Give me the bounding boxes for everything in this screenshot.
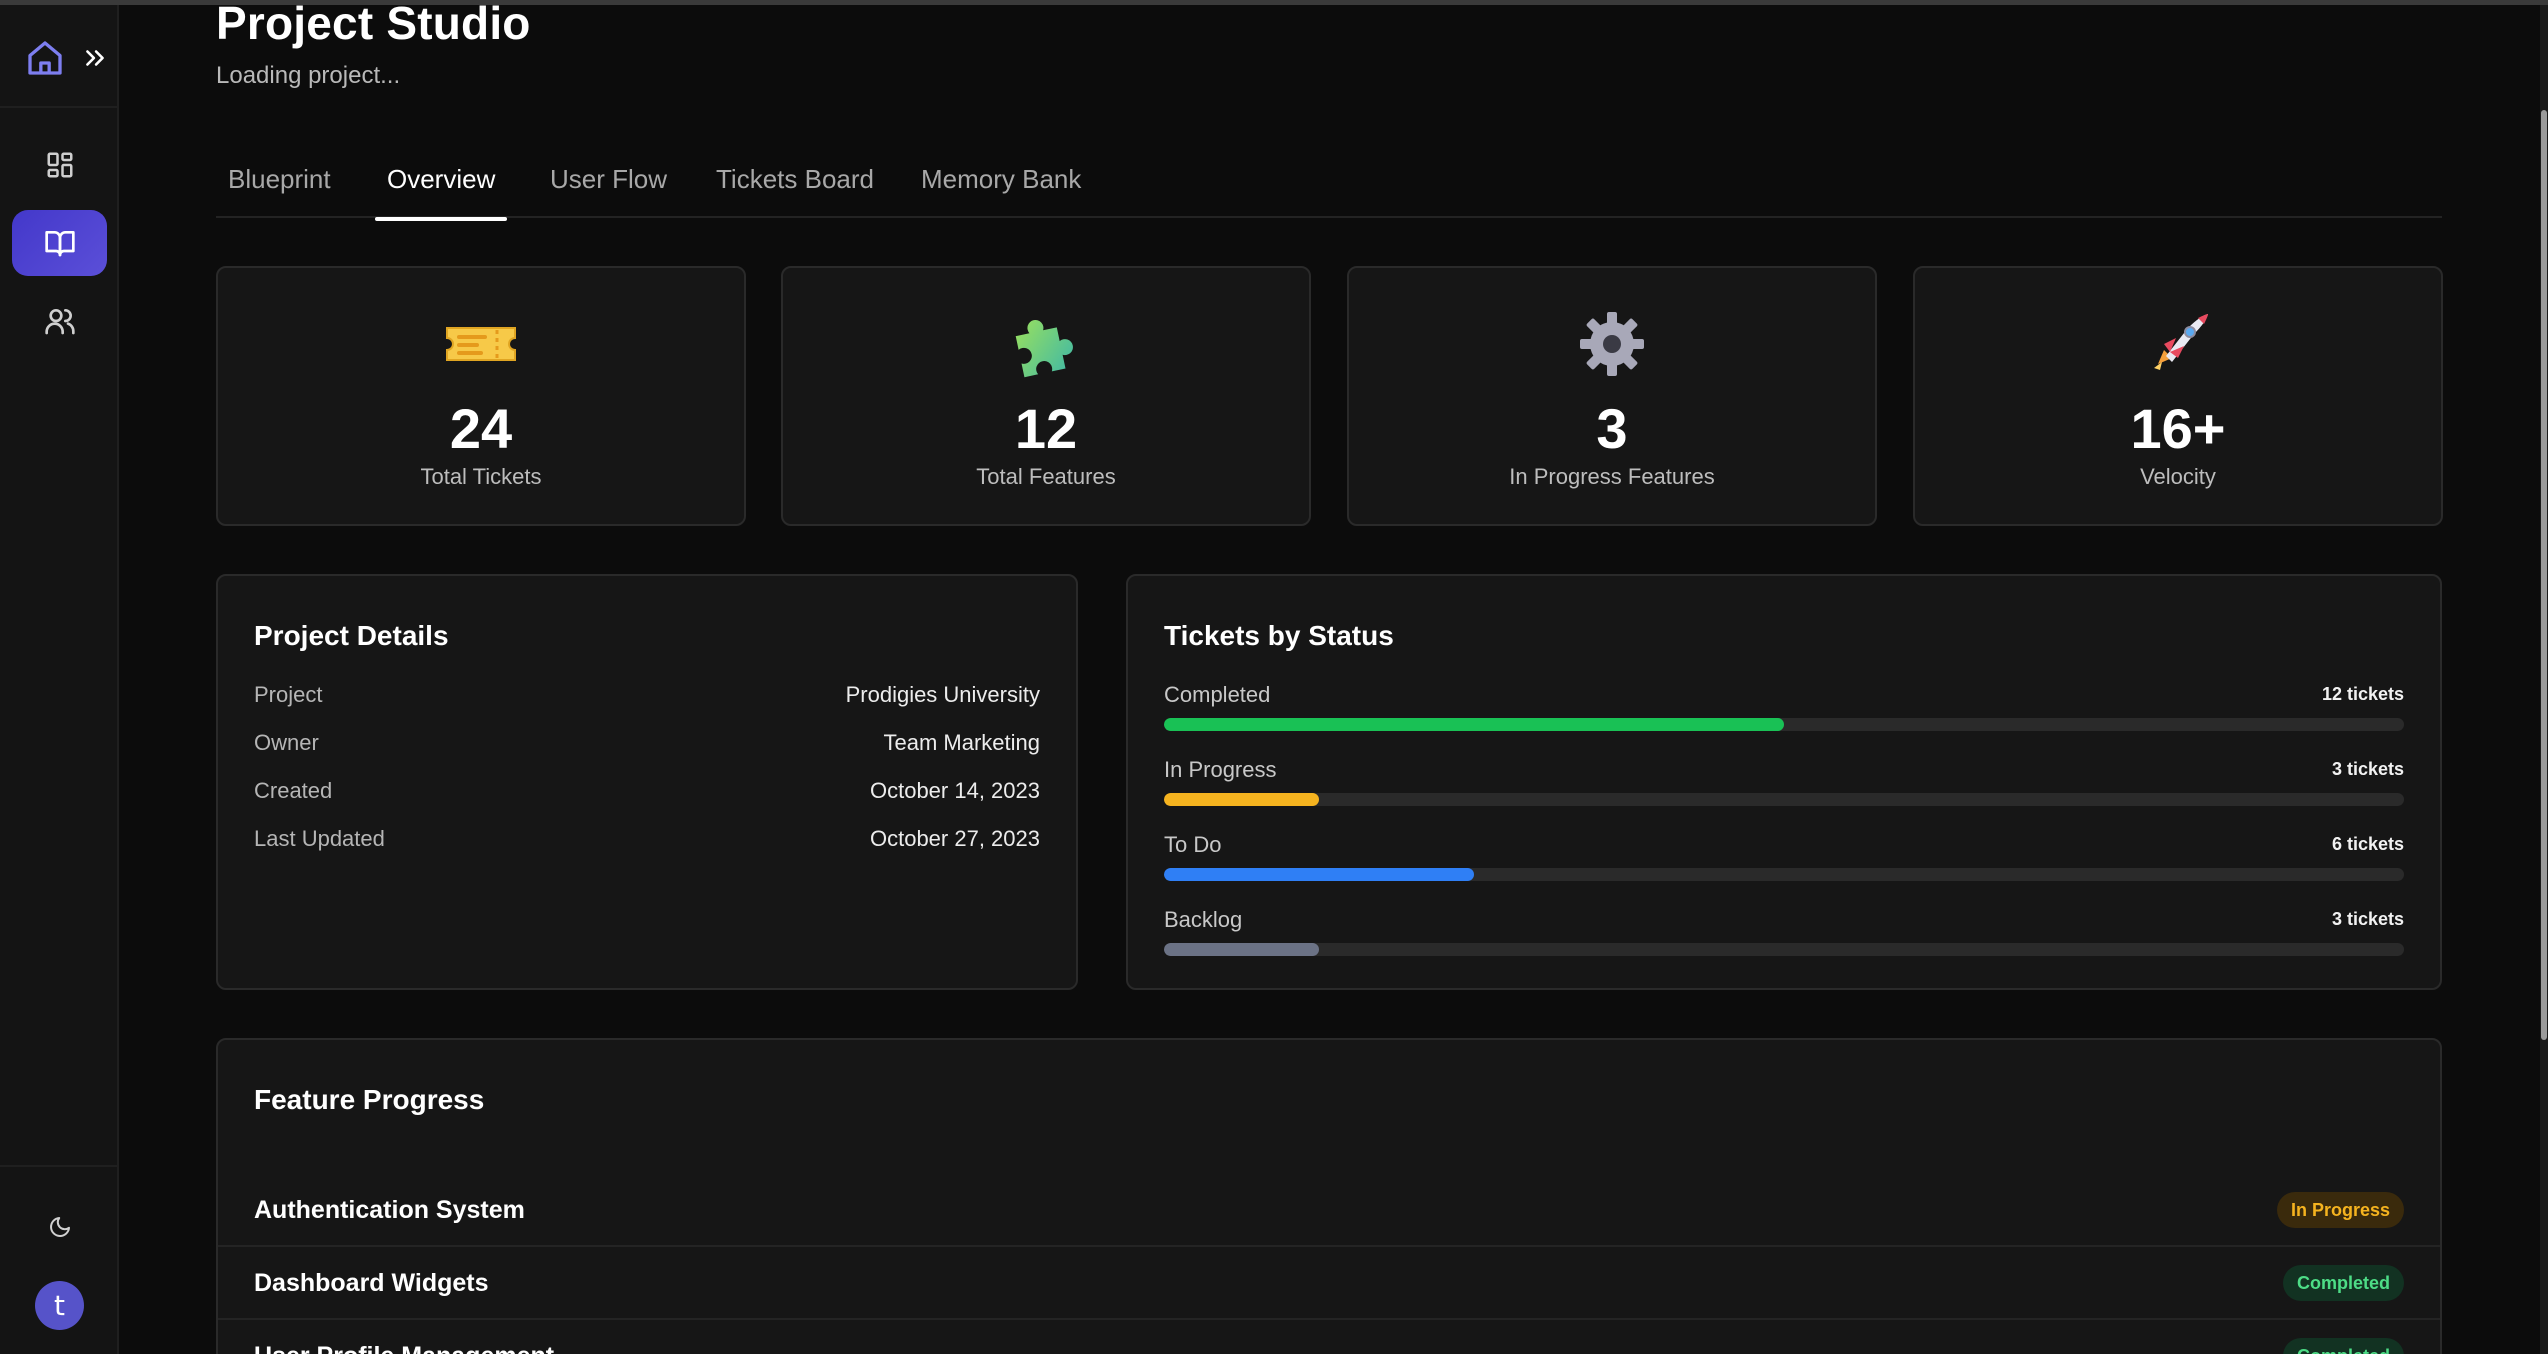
stat-value: 24 — [449, 397, 513, 460]
tab-blueprint[interactable]: Blueprint — [228, 164, 331, 218]
detail-row-created: Created October 14, 2023 — [254, 778, 1040, 810]
tab-bar: Blueprint Overview User Flow Tickets Boa… — [216, 148, 2442, 221]
dashboard-grid-icon — [47, 152, 72, 178]
expand-sidebar-button[interactable] — [80, 43, 110, 73]
status-progress-track — [1164, 793, 2404, 806]
status-row-completed: Completed 12 tickets — [1164, 682, 2404, 742]
tab-overview[interactable]: Overview — [374, 164, 508, 221]
users-icon — [44, 309, 75, 335]
stat-card-in-progress-features: 3 In Progress Features — [1347, 266, 1877, 526]
detail-row-project: Project Prodigies University — [254, 682, 1040, 714]
status-label: To Do — [1164, 832, 1222, 857]
scrollbar-thumb[interactable] — [2541, 110, 2547, 1040]
detail-row-last-updated: Last Updated October 27, 2023 — [254, 826, 1040, 858]
stat-card-velocity: 16+ Velocity — [1913, 266, 2443, 526]
feature-progress-panel: Feature Progress Authentication System I… — [216, 1038, 2442, 1354]
status-progress-track — [1164, 943, 2404, 956]
stat-label: Velocity — [2140, 464, 2216, 489]
gear-icon — [1580, 312, 1644, 376]
chevrons-right-icon — [86, 50, 104, 66]
detail-value: Prodigies University — [845, 682, 1040, 707]
feature-name: Authentication System — [254, 1196, 525, 1224]
stat-value: 3 — [1596, 397, 1628, 460]
status-badge: In Progress — [2276, 1192, 2404, 1228]
sidebar-item-team[interactable] — [12, 288, 107, 354]
page-subtitle: Loading project... — [216, 62, 401, 89]
sidebar-item-docs[interactable] — [12, 210, 107, 276]
status-progress-track — [1164, 718, 2404, 731]
stat-value: 12 — [1014, 397, 1078, 460]
detail-value: October 14, 2023 — [869, 778, 1040, 803]
status-row-to-do: To Do 6 tickets — [1164, 832, 2404, 892]
detail-value: October 27, 2023 — [869, 826, 1040, 851]
stat-label: Total Tickets — [420, 464, 542, 489]
detail-key: Last Updated — [254, 826, 385, 851]
feature-row[interactable]: User Profile Management Completed — [218, 1320, 2440, 1354]
status-badge: Completed — [2282, 1265, 2404, 1301]
stat-label: In Progress Features — [1509, 464, 1715, 489]
tab-memory-bank[interactable]: Memory Bank — [921, 164, 1081, 218]
sidebar-footer: t — [0, 1165, 117, 1354]
detail-value: Team Marketing — [883, 730, 1040, 755]
status-progress-fill — [1164, 718, 1784, 731]
sidebar: t — [0, 5, 119, 1354]
tickets-by-status-panel: Tickets by Status Completed 12 tickets I… — [1126, 574, 2442, 990]
tab-user-flow[interactable]: User Flow — [550, 164, 667, 218]
status-badge: Completed — [2282, 1338, 2404, 1354]
status-row-backlog: Backlog 3 tickets — [1164, 907, 2404, 967]
status-label: In Progress — [1164, 757, 1277, 782]
detail-row-owner: Owner Team Marketing — [254, 730, 1040, 762]
moon-icon — [50, 1217, 70, 1237]
status-progress-fill — [1164, 943, 1319, 956]
stat-card-total-tickets: 24 Total Tickets — [216, 266, 746, 526]
tab-tickets-board[interactable]: Tickets Board — [716, 164, 874, 218]
detail-key: Project — [254, 682, 323, 707]
home-icon — [28, 41, 62, 75]
avatar[interactable]: t — [35, 1281, 84, 1330]
status-progress-fill — [1164, 868, 1474, 881]
stat-label: Total Features — [976, 464, 1116, 489]
panel-title: Tickets by Status — [1164, 620, 1394, 651]
theme-toggle-button[interactable] — [40, 1207, 80, 1247]
sidebar-header — [0, 5, 117, 108]
status-count: 3 tickets — [2331, 759, 2404, 779]
project-details-panel: Project Details Project Prodigies Univer… — [216, 574, 1078, 990]
rocket-icon — [2154, 314, 2208, 370]
status-label: Backlog — [1164, 907, 1243, 932]
feature-row[interactable]: Dashboard Widgets Completed — [218, 1247, 2440, 1320]
feature-name: User Profile Management — [254, 1342, 554, 1354]
status-label: Completed — [1164, 682, 1271, 707]
status-progress-fill — [1164, 793, 1319, 806]
status-count: 6 tickets — [2331, 834, 2404, 854]
detail-key: Owner — [254, 730, 319, 755]
feature-name: Dashboard Widgets — [254, 1269, 489, 1297]
stat-value: 16+ — [2130, 397, 2226, 460]
sidebar-item-dashboard[interactable] — [12, 132, 107, 198]
page-title: Project Studio — [216, 0, 531, 49]
panel-title: Feature Progress — [254, 1084, 485, 1115]
book-open-icon — [44, 231, 75, 257]
stat-card-total-features: 12 Total Features — [781, 266, 1311, 526]
status-row-in-progress: In Progress 3 tickets — [1164, 757, 2404, 817]
detail-key: Created — [254, 778, 333, 803]
ticket-icon — [446, 327, 516, 361]
status-count: 3 tickets — [2331, 909, 2404, 929]
feature-row[interactable]: Authentication System In Progress — [218, 1174, 2440, 1247]
panel-title: Project Details — [254, 620, 449, 651]
page-scrollbar[interactable] — [2540, 5, 2548, 1354]
status-progress-track — [1164, 868, 2404, 881]
home-button[interactable] — [22, 35, 68, 81]
status-count: 12 tickets — [2321, 684, 2404, 704]
puzzle-icon — [1015, 319, 1073, 378]
